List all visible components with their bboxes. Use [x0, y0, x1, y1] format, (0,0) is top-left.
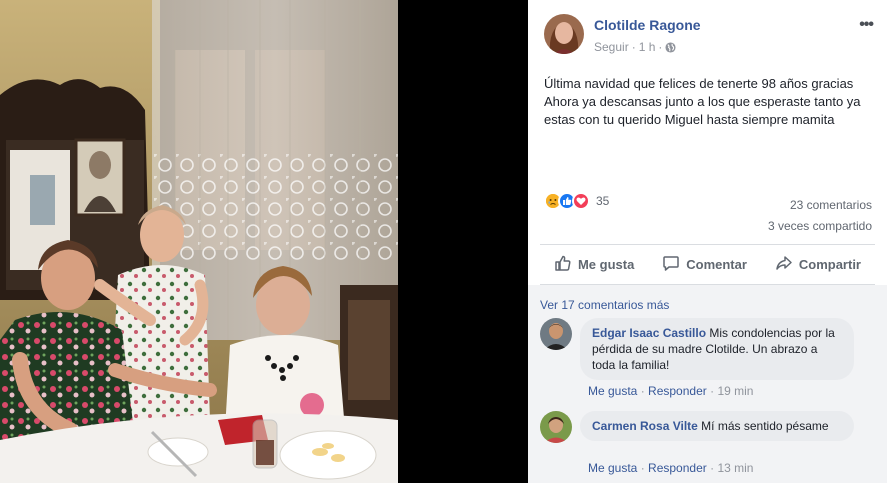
comment-reply-link[interactable]: Responder	[648, 384, 707, 398]
comment-like-link[interactable]: Me gusta	[588, 384, 637, 398]
reactions-summary[interactable]: 35	[544, 192, 609, 210]
share-label: Compartir	[798, 256, 861, 272]
follow-link[interactable]: Seguir	[594, 40, 629, 54]
comment-icon	[662, 254, 680, 275]
comment-item: Carmen Rosa Vilte Mí más sentido pésame …	[540, 411, 875, 475]
meta-separator: ·	[658, 40, 663, 54]
view-more-comments-link[interactable]: Ver 17 comentarios más	[540, 298, 669, 312]
comment-text: Mí más sentido pésame	[701, 419, 829, 433]
author-name[interactable]: Clotilde Ragone	[594, 17, 701, 33]
commenter-name[interactable]: Carmen Rosa Vilte	[592, 419, 698, 433]
comment-button[interactable]: Comentar	[662, 254, 747, 275]
comment-time[interactable]: 13 min	[717, 461, 753, 475]
commenter-avatar[interactable]	[540, 318, 572, 350]
globe-icon	[665, 41, 676, 53]
post-panel: Clotilde Ragone Seguir · 1 h · ••• Últim…	[528, 0, 887, 483]
comment-label: Comentar	[686, 256, 747, 272]
divider	[540, 244, 875, 245]
share-button[interactable]: Compartir	[775, 254, 861, 275]
like-button[interactable]: Me gusta	[554, 254, 634, 275]
post-timestamp[interactable]: 1 h	[639, 40, 656, 54]
comment-bubble: Edgar Isaac Castillo Mis condolencias po…	[580, 318, 854, 380]
comment-item: Edgar Isaac Castillo Mis condolencias po…	[540, 318, 875, 398]
share-icon	[775, 254, 793, 275]
post-text: Última navidad que felices de tenerte 98…	[544, 76, 861, 127]
post-stats: 23 comentarios 3 veces compartido	[768, 195, 872, 237]
author-avatar[interactable]	[544, 14, 584, 54]
comment-actions: Me gusta · Responder · 13 min	[588, 461, 753, 475]
meta-separator: ·	[631, 40, 636, 54]
reaction-count: 35	[596, 194, 610, 208]
meta-separator: ·	[640, 384, 645, 398]
commenter-avatar[interactable]	[540, 411, 572, 443]
post-actions: Me gusta Comentar Compartir	[540, 246, 875, 282]
post-photo[interactable]	[0, 0, 398, 483]
shares-count[interactable]: 3 veces compartido	[768, 216, 872, 237]
comment-time[interactable]: 19 min	[717, 384, 753, 398]
comment-reply-link[interactable]: Responder	[648, 461, 707, 475]
comments-count[interactable]: 23 comentarios	[768, 195, 872, 216]
comment-actions: Me gusta · Responder · 19 min	[588, 384, 753, 398]
photo-stage	[0, 0, 528, 483]
meta-separator: ·	[710, 384, 715, 398]
comment-bubble: Carmen Rosa Vilte Mí más sentido pésame	[580, 411, 854, 441]
meta-separator: ·	[640, 461, 645, 475]
like-label: Me gusta	[577, 256, 635, 272]
commenter-name[interactable]: Edgar Isaac Castillo	[592, 326, 706, 340]
post-meta: Seguir · 1 h ·	[594, 40, 676, 54]
comment-like-link[interactable]: Me gusta	[588, 461, 637, 475]
thumbs-up-icon	[554, 254, 572, 275]
comments-section: Ver 17 comentarios más Edgar Isaac Casti…	[528, 285, 887, 483]
love-icon	[572, 192, 590, 210]
more-options-icon[interactable]: •••	[859, 16, 874, 34]
meta-separator: ·	[710, 461, 715, 475]
